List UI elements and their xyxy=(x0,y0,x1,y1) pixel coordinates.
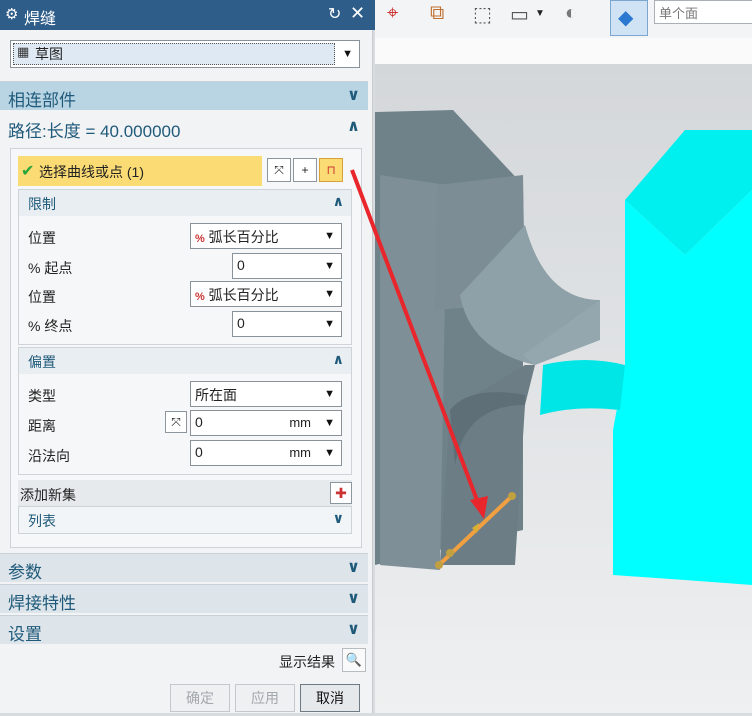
red-arrow-line xyxy=(350,169,482,509)
red-arrow-head xyxy=(470,496,488,519)
annotation-overlay xyxy=(350,169,488,519)
